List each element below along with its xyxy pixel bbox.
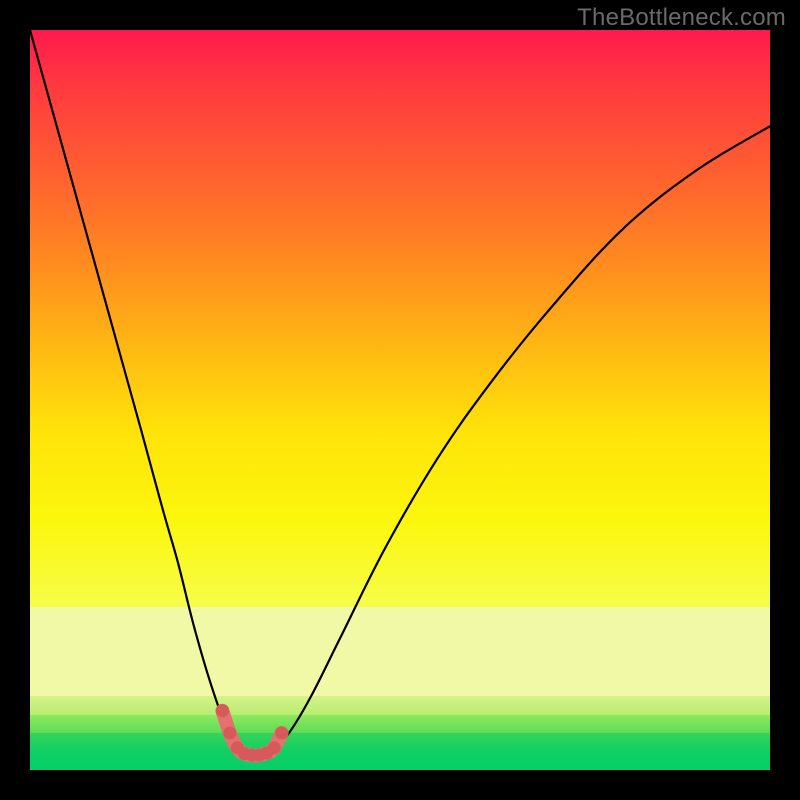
- highlight-beads: [216, 704, 288, 761]
- bottleneck-curve: [30, 30, 770, 755]
- plot-area: [30, 30, 770, 770]
- watermark-text: TheBottleneck.com: [577, 4, 786, 32]
- chart-frame: TheBottleneck.com: [0, 0, 800, 800]
- highlight-bead: [223, 727, 236, 740]
- highlight-bead: [268, 741, 281, 754]
- highlight-bead: [275, 727, 288, 740]
- highlight-bead: [216, 704, 229, 717]
- curve-svg: [30, 30, 770, 770]
